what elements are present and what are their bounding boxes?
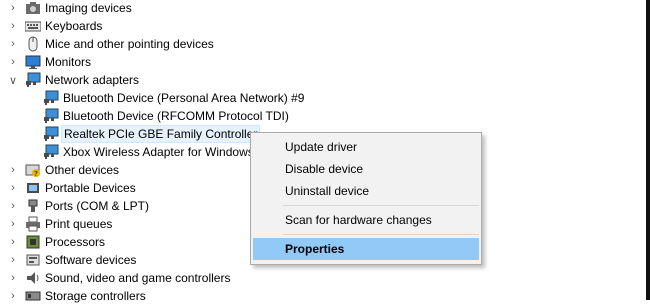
tree-item-label: Processors — [45, 235, 106, 249]
tree-item-label: Other devices — [45, 163, 120, 177]
chevron-right-icon[interactable]: › — [6, 17, 20, 35]
menu-item-disable-device[interactable]: Disable device — [253, 158, 479, 180]
tree-item-label: Mice and other pointing devices — [45, 37, 214, 51]
chevron-right-icon[interactable]: › — [6, 269, 20, 287]
tree-item-network-adapters[interactable]: ∨ Network adapters — [0, 71, 640, 89]
chevron-right-icon[interactable]: › — [6, 197, 20, 215]
chevron-down-icon[interactable]: ∨ — [6, 71, 20, 89]
mouse-icon — [25, 36, 41, 52]
monitor-icon — [25, 54, 41, 70]
tree-item-bluetooth-pan[interactable]: Bluetooth Device (Personal Area Network)… — [0, 89, 640, 107]
tree-item-label: Bluetooth Device (Personal Area Network)… — [63, 91, 305, 105]
tree-item-sound[interactable]: › Sound, video and game controllers — [0, 269, 640, 287]
tree-item-label: Software devices — [45, 253, 137, 267]
tree-item-label: Bluetooth Device (RFCOMM Protocol TDI) — [63, 109, 289, 123]
menu-item-uninstall-device[interactable]: Uninstall device — [253, 180, 479, 202]
tree-item-label: Monitors — [45, 55, 92, 69]
tree-item-label: Network adapters — [45, 73, 140, 87]
context-menu: Update driver Disable device Uninstall d… — [250, 132, 482, 265]
menu-item-update-driver[interactable]: Update driver — [253, 136, 479, 158]
keyboard-icon — [24, 18, 42, 34]
network-adapter-icon — [43, 108, 59, 124]
tree-item-label: Ports (COM & LPT) — [45, 199, 150, 213]
printer-icon — [25, 216, 41, 232]
tree-item-label: Xbox Wireless Adapter for Windows — [63, 145, 254, 159]
tree-item-imaging-devices[interactable]: › Imaging devices — [0, 0, 640, 17]
chevron-right-icon[interactable]: › — [6, 233, 20, 251]
chevron-right-icon[interactable]: › — [6, 287, 20, 305]
tree-item-bluetooth-rfcomm[interactable]: Bluetooth Device (RFCOMM Protocol TDI) — [0, 107, 640, 125]
network-adapter-icon — [43, 90, 59, 106]
tree-item-label: Realtek PCIe GBE Family Controller — [61, 125, 261, 143]
network-adapter-icon — [43, 126, 59, 142]
port-icon — [25, 198, 41, 214]
tree-item-storage-controllers[interactable]: › Storage controllers — [0, 287, 640, 305]
svg-text:?: ? — [34, 170, 38, 178]
menu-separator — [283, 234, 479, 235]
tree-item-monitors[interactable]: › Monitors — [0, 53, 640, 71]
chevron-right-icon[interactable]: › — [6, 53, 20, 71]
tree-item-label: Sound, video and game controllers — [45, 271, 231, 285]
menu-item-scan-hardware[interactable]: Scan for hardware changes — [253, 209, 479, 231]
camera-icon — [25, 0, 41, 16]
storage-controller-icon — [25, 288, 41, 304]
processor-icon — [25, 234, 41, 250]
chevron-right-icon[interactable]: › — [6, 215, 20, 233]
tree-item-mice[interactable]: › Mice and other pointing devices — [0, 35, 640, 53]
speaker-icon — [25, 270, 41, 286]
other-device-icon: ? — [25, 162, 41, 178]
tree-item-label: Keyboards — [45, 19, 103, 33]
window-edge — [646, 0, 650, 300]
tree-item-label: Storage controllers — [45, 289, 146, 303]
chevron-right-icon[interactable]: › — [6, 0, 20, 17]
portable-device-icon — [25, 180, 41, 196]
chevron-right-icon[interactable]: › — [6, 251, 20, 269]
network-adapter-icon — [25, 72, 41, 88]
chevron-right-icon[interactable]: › — [6, 179, 20, 197]
tree-item-keyboards[interactable]: › Keyboards — [0, 17, 640, 35]
network-adapter-icon — [43, 144, 59, 160]
menu-separator — [283, 205, 479, 206]
chevron-right-icon[interactable]: › — [6, 35, 20, 53]
menu-item-properties[interactable]: Properties — [253, 238, 479, 260]
tree-item-label: Imaging devices — [45, 1, 132, 15]
software-device-icon — [25, 252, 41, 268]
chevron-right-icon[interactable]: › — [6, 161, 20, 179]
tree-item-label: Portable Devices — [45, 181, 136, 195]
tree-item-label: Print queues — [45, 217, 113, 231]
